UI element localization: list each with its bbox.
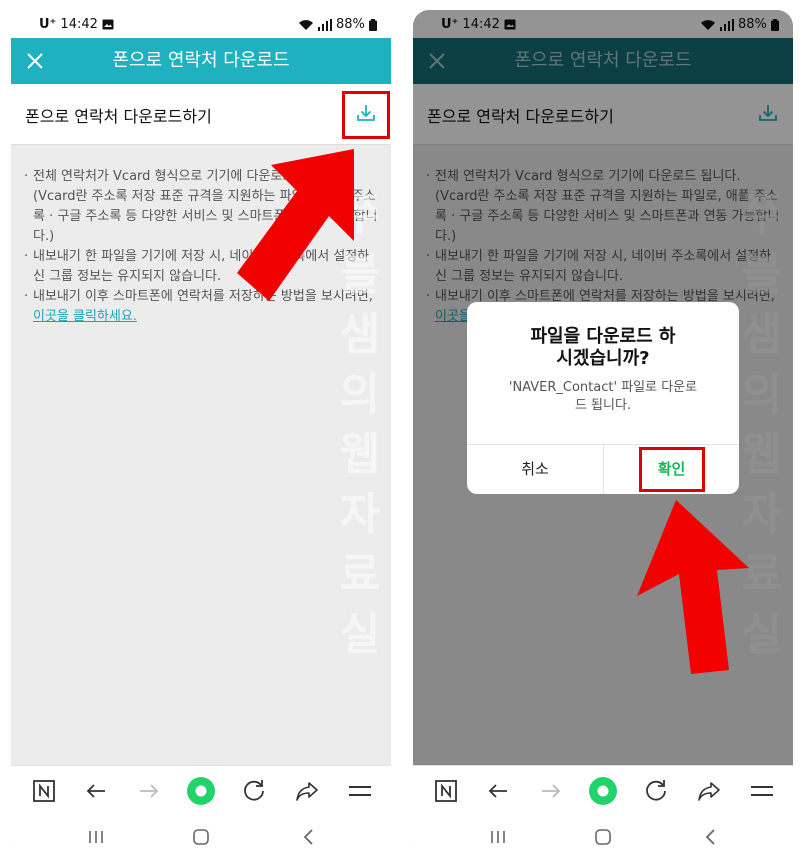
home-circle-icon[interactable]	[588, 776, 618, 806]
home-circle-icon[interactable]	[186, 776, 216, 806]
signal-icon	[317, 18, 332, 31]
pointer-arrow-icon	[237, 149, 354, 301]
confirm-highlight-box	[639, 447, 705, 492]
share-icon[interactable]	[694, 776, 724, 806]
naver-icon[interactable]	[29, 776, 59, 806]
dialog-message-text: 'NAVER_Contact' 파일로 다운로드 됩니다.	[508, 380, 698, 413]
browser-nav-bar	[413, 765, 793, 854]
status-time: 14:42	[60, 17, 98, 32]
dialog-title-text: 파일을 다운로드 하시겠습니까?	[530, 326, 676, 369]
dialog-title: 파일을 다운로드 하시겠습니까?	[467, 326, 739, 370]
share-icon[interactable]	[292, 776, 322, 806]
menu-icon[interactable]	[747, 776, 777, 806]
recent-apps-icon[interactable]	[488, 827, 508, 847]
phone-screen-right: U⁺ 14:42 88% 폰으로 연락처 다운로드 폰으로 연락처 다운로드하기 …	[413, 10, 793, 854]
download-highlight-box	[342, 91, 390, 139]
pointer-arrow-icon	[637, 500, 749, 674]
back-icon[interactable]	[299, 827, 319, 847]
help-link[interactable]: 이곳을 클릭하세요.	[33, 309, 137, 324]
recent-apps-icon[interactable]	[86, 827, 106, 847]
wifi-icon	[298, 19, 313, 30]
battery-icon	[369, 18, 377, 31]
close-icon[interactable]	[25, 51, 45, 71]
cancel-button[interactable]: 취소	[467, 445, 603, 494]
refresh-icon[interactable]	[239, 776, 269, 806]
browser-nav-bar	[11, 765, 391, 854]
download-row-label: 폰으로 연락처 다운로드하기	[25, 107, 212, 126]
back-icon[interactable]	[701, 827, 721, 847]
forward-arrow-icon[interactable]	[536, 776, 566, 806]
dialog-message: 'NAVER_Contact' 파일로 다운로드 됩니다.	[467, 379, 739, 415]
image-icon	[102, 19, 114, 30]
app-bar-title: 폰으로 연락처 다운로드	[112, 50, 290, 71]
forward-arrow-icon[interactable]	[134, 776, 164, 806]
naver-icon[interactable]	[431, 776, 461, 806]
refresh-icon[interactable]	[641, 776, 671, 806]
menu-icon[interactable]	[345, 776, 375, 806]
back-arrow-icon[interactable]	[483, 776, 513, 806]
status-bar: U⁺ 14:42 88%	[11, 10, 391, 38]
back-arrow-icon[interactable]	[81, 776, 111, 806]
carrier-label: U⁺	[39, 17, 57, 32]
home-icon[interactable]	[191, 827, 211, 847]
app-bar: 폰으로 연락처 다운로드	[11, 38, 391, 84]
download-row: 폰으로 연락처 다운로드하기	[11, 84, 391, 145]
phone-screen-left: U⁺ 14:42 88% 폰으로 연락처 다운로드 폰으로 연락처 다운로드하기 …	[11, 10, 391, 854]
battery-percent: 88%	[335, 17, 365, 32]
home-icon[interactable]	[593, 827, 613, 847]
